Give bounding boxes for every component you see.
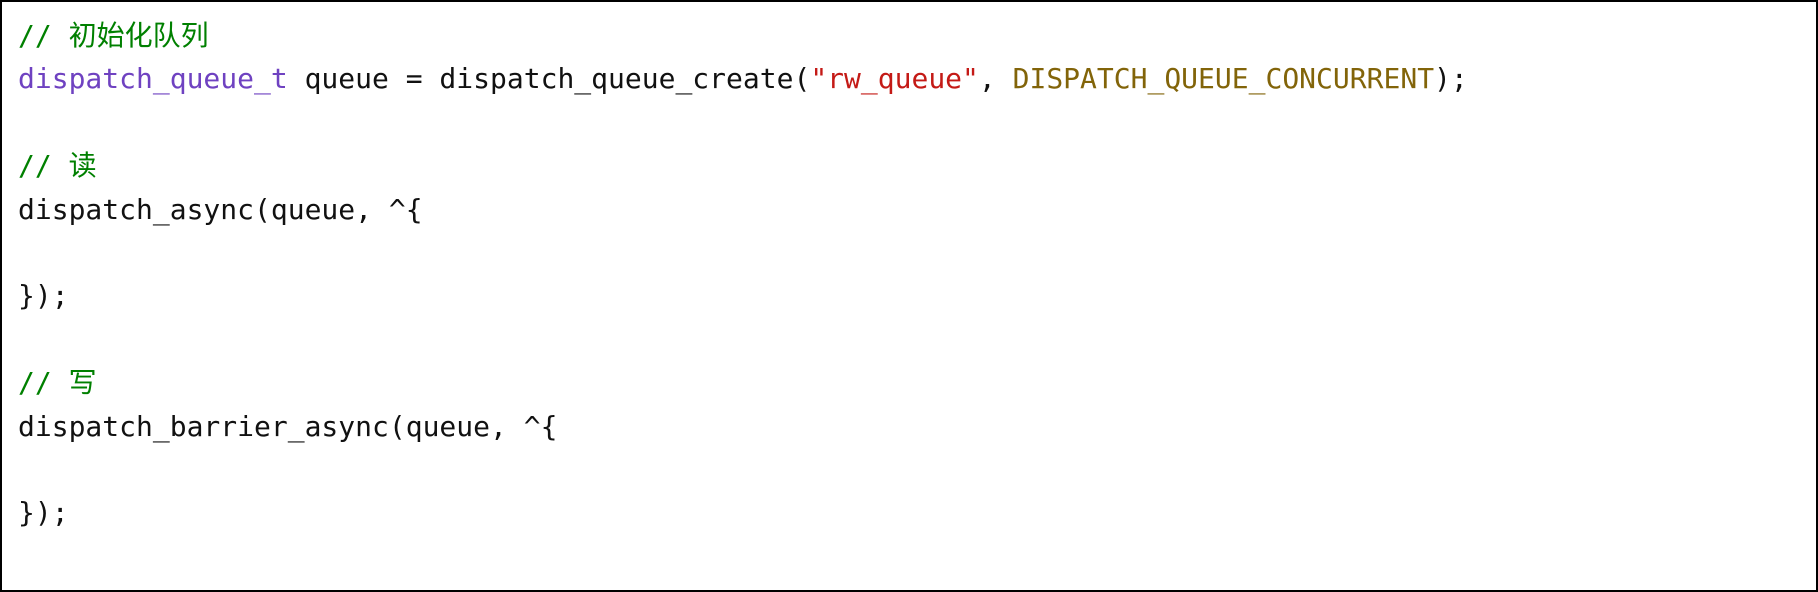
type-keyword: dispatch_queue_t bbox=[18, 62, 288, 95]
code-line-7: }); bbox=[18, 274, 1800, 317]
code-line-6 bbox=[18, 231, 1800, 274]
comment-prefix: // bbox=[18, 149, 69, 182]
code-line-blank bbox=[18, 101, 1800, 144]
code-line-10: dispatch_barrier_async(queue, ^{ bbox=[18, 405, 1800, 448]
code-text: ); bbox=[1434, 62, 1468, 95]
code-line-2: dispatch_queue_t queue = dispatch_queue_… bbox=[18, 57, 1800, 100]
constant: DISPATCH_QUEUE_CONCURRENT bbox=[1013, 62, 1434, 95]
code-line-5: dispatch_async(queue, ^{ bbox=[18, 188, 1800, 231]
code-line-1: // 初始化队列 bbox=[18, 14, 1800, 57]
code-line-11 bbox=[18, 448, 1800, 491]
code-line-4: // 读 bbox=[18, 144, 1800, 187]
comment-text: 读 bbox=[69, 149, 97, 182]
code-text: queue = dispatch_queue_create( bbox=[288, 62, 811, 95]
code-line-9: // 写 bbox=[18, 361, 1800, 404]
code-line-blank bbox=[18, 318, 1800, 361]
string-literal: "rw_queue" bbox=[810, 62, 979, 95]
code-text: , bbox=[979, 62, 1013, 95]
code-line-12: }); bbox=[18, 491, 1800, 534]
comment-prefix: // bbox=[18, 366, 69, 399]
comment-text: 写 bbox=[69, 366, 97, 399]
comment-text: 初始化队列 bbox=[69, 19, 209, 52]
comment-prefix: // bbox=[18, 19, 69, 52]
code-block: // 初始化队列dispatch_queue_t queue = dispatc… bbox=[0, 0, 1818, 592]
